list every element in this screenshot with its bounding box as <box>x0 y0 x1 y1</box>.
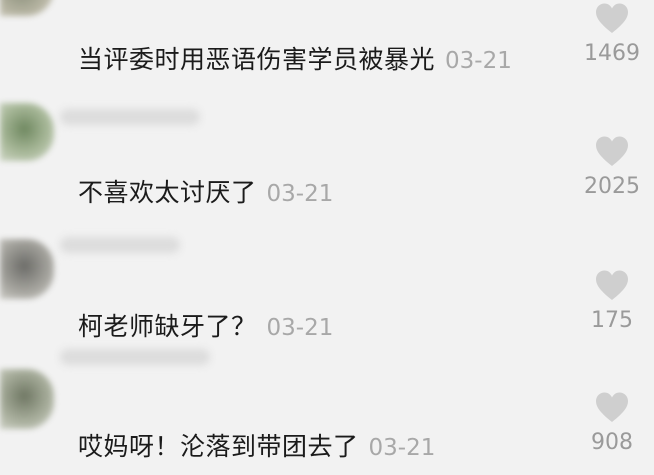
comment-date: 03-21 <box>266 181 334 207</box>
like-count: 175 <box>591 308 633 333</box>
username-blurred <box>60 237 180 253</box>
comment-item[interactable]: 哎妈呀！沦落到带团去了 03-21 908 <box>0 349 654 475</box>
avatar[interactable] <box>0 239 54 299</box>
like-button[interactable]: 908 <box>576 391 648 455</box>
like-button[interactable]: 1469 <box>576 2 648 66</box>
heart-icon <box>596 3 628 33</box>
like-count: 908 <box>591 430 633 455</box>
like-count: 2025 <box>584 174 640 199</box>
comment-date: 03-21 <box>266 315 334 341</box>
comment-text: 不喜欢太讨厌了 03-21 <box>78 173 333 209</box>
comment-item[interactable]: 当评委时用恶语伤害学员被暴光 03-21 1469 <box>0 0 654 82</box>
comment-date: 03-21 <box>368 435 436 461</box>
comment-list: 当评委时用恶语伤害学员被暴光 03-21 1469 不喜欢太讨厌了 03-21 20… <box>0 0 654 461</box>
comment-text: 哎妈呀！沦落到带团去了 03-21 <box>78 427 435 463</box>
like-count: 1469 <box>584 41 640 66</box>
avatar[interactable] <box>0 103 54 161</box>
like-button[interactable]: 175 <box>576 269 648 333</box>
comment-text: 当评委时用恶语伤害学员被暴光 03-21 <box>78 40 512 76</box>
comment-date: 03-21 <box>445 48 512 74</box>
comment-body: 柯老师缺牙了？ <box>78 312 257 341</box>
heart-icon <box>596 136 628 166</box>
username-blurred <box>60 109 200 125</box>
avatar[interactable] <box>0 369 54 429</box>
comment-text: 柯老师缺牙了？ 03-21 <box>78 307 333 343</box>
like-button[interactable]: 2025 <box>576 135 648 199</box>
comment-item[interactable]: 不喜欢太讨厌了 03-21 2025 <box>0 95 654 215</box>
comment-body: 哎妈呀！沦落到带团去了 <box>78 432 359 461</box>
username-blurred <box>60 349 210 365</box>
comment-body: 不喜欢太讨厌了 <box>78 178 257 207</box>
comment-item[interactable]: 柯老师缺牙了？ 03-21 175 <box>0 229 654 349</box>
avatar[interactable] <box>0 0 54 16</box>
comment-body: 当评委时用恶语伤害学员被暴光 <box>78 45 436 74</box>
heart-icon <box>596 270 628 300</box>
heart-icon <box>596 392 628 422</box>
